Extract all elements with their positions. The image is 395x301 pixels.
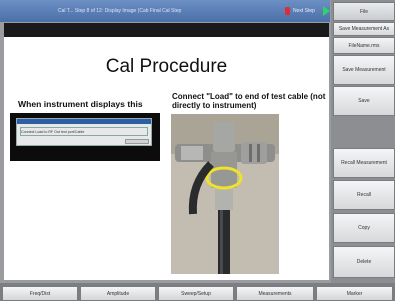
inset-dialog-button [125,139,149,144]
softkey-panel: File Save Measurement As FileName.rms Sa… [331,0,395,283]
softkey-recall[interactable]: Recall [333,180,395,210]
tab-freq-dist[interactable]: Freq/Dist [2,286,78,301]
caption-instrument-display: When instrument displays this [18,99,143,109]
softkey-copy[interactable]: Copy [333,213,395,243]
lock-icon [285,7,290,15]
panel-header-strip [4,23,329,37]
softkey-file[interactable]: File [333,2,395,21]
step-title: Cal T... Step 8 of 12: Display Image (Ca… [58,8,182,14]
tab-measurements[interactable]: Measurements [236,286,314,301]
inset-dialog: Connect Load to RF Out test port/Cable [16,118,152,146]
load-connection-photo [171,114,279,274]
bottom-menu-bar: Freq/Dist Amplitude Sweep/Setup Measurem… [0,283,395,301]
caption-connect-load: Connect "Load" to end of test cable (not… [172,92,326,110]
tab-sweep-setup[interactable]: Sweep/Setup [158,286,234,301]
next-step-label[interactable]: Next Step [293,8,315,14]
cable-load-illustration [171,114,279,274]
instrument-screen: Cal T... Step 8 of 12: Display Image (Ca… [0,0,395,301]
softkey-save-measurement[interactable]: Save Measurement [333,55,395,85]
softkey-filename[interactable]: FileName.rms [333,37,395,54]
inset-dialog-titlebar [17,119,151,124]
tab-marker[interactable]: Marker [316,286,393,301]
softkey-save-measurement-as[interactable]: Save Measurement As [333,22,395,36]
inset-dialog-text: Connect Load to RF Out test port/Cable [21,130,85,134]
softkey-recall-measurement[interactable]: Recall Measurement [333,148,395,178]
softkey-save[interactable]: Save [333,86,395,116]
instrument-screen-image: Connect Load to RF Out test port/Cable [10,113,160,161]
softkey-delete[interactable]: Delete [333,246,395,278]
tab-amplitude[interactable]: Amplitude [80,286,156,301]
page-title: Cal Procedure [105,56,228,77]
status-bar: Cal T... Step 8 of 12: Display Image (Ca… [0,0,330,22]
play-icon[interactable] [323,6,330,16]
procedure-panel: Cal Procedure When instrument displays t… [4,23,329,280]
